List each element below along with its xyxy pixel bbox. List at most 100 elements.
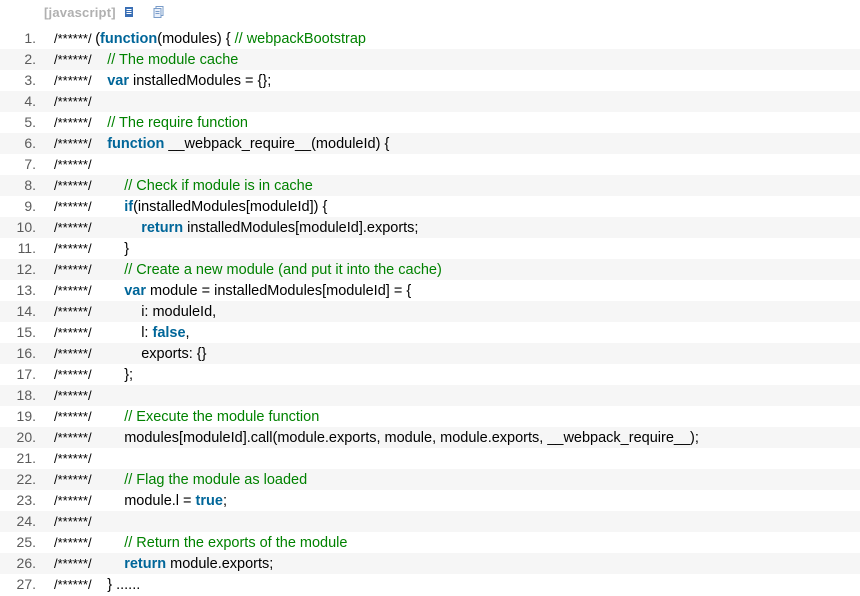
code-text: /******/ [54,154,92,176]
code-text: /******/ return module.exports; [54,553,273,575]
code-plain: , [185,325,190,341]
code-marker: /******/ [54,178,96,193]
code-plain: } [124,241,130,257]
line-number: 3. [24,72,36,88]
view-source-icon[interactable] [122,5,136,19]
line-number: 16. [16,345,36,361]
code-line: 13. /******/ var module = installedModule… [0,280,860,301]
code-text: /******/ [54,385,92,407]
line-number: 2. [24,51,36,67]
line-number: 6. [24,135,36,151]
code-line: 4. /******/ [0,91,860,112]
code-marker: /******/ [54,220,96,235]
code-text: /******/ module.l = true; [54,490,227,512]
code-text: /******/ function __webpack_require__(mo… [54,133,389,155]
code-line: 23. /******/ module.l = true; [0,490,860,511]
code-text: /******/ // The require function [54,112,248,134]
code-comment: // Return the exports of the module [124,535,348,551]
code-lines: 1. /******/ (function(modules) { // webpa… [0,28,860,595]
line-number: 13. [16,282,36,298]
code-marker: /******/ [54,388,92,403]
code-marker: /******/ [54,409,96,424]
line-number: 21. [16,450,36,466]
copy-icon[interactable] [152,5,166,19]
line-number: 26. [16,555,36,571]
code-text: /******/ if(installedModules[moduleId]) … [54,196,327,218]
line-number: 25. [16,534,36,550]
code-line: 16. /******/ exports: {} [0,343,860,364]
line-number: 11. [17,240,36,256]
code-line: 18. /******/ [0,385,860,406]
line-number: 15. [16,324,36,340]
code-line: 3. /******/ var installedModules = {}; [0,70,860,91]
code-line: 9. /******/ if(installedModules[moduleId]… [0,196,860,217]
code-marker: /******/ [54,52,96,67]
code-text: /******/ // Flag the module as loaded [54,469,307,491]
line-number: 22. [16,471,36,487]
code-keyword: true [195,493,223,509]
code-line: 25. /******/ // Return the exports of the… [0,532,860,553]
code-marker: /******/ [54,283,96,298]
code-plain: installedModules[moduleId].exports; [183,220,419,236]
code-text: /******/ var module = installedModules[m… [54,280,411,302]
code-marker: /******/ [54,262,96,277]
code-line: 6. /******/ function __webpack_require__(… [0,133,860,154]
code-comment: // The module cache [107,52,239,68]
line-number: 18. [16,387,36,403]
code-marker: /******/ [54,493,96,508]
code-text: /******/ i: moduleId, [54,301,216,323]
code-plain: installedModules = {}; [128,73,272,89]
code-plain: (installedModules[moduleId]) { [133,199,328,215]
code-marker: /******/ [54,199,96,214]
code-plain: module.exports; [166,556,274,572]
line-number: 20. [16,429,36,445]
code-line: 7. /******/ [0,154,860,175]
code-block: [javascript] 1./******/ (function(module… [0,0,860,595]
code-text: /******/ l: false, [54,322,190,344]
code-marker: /******/ [54,556,96,571]
line-number: 10. [16,219,36,235]
line-number: 24. [16,513,36,529]
code-text: /******/ } [54,238,129,260]
code-marker: /******/ [54,451,92,466]
line-number: 7. [24,156,36,172]
code-marker: /******/ [54,472,96,487]
code-marker: /******/ [54,94,92,109]
code-plain: l: [141,325,153,341]
code-line: 1. /******/ (function(modules) { // webpa… [0,28,860,49]
code-line: 19. /******/ // Execute the module functi… [0,406,860,427]
code-comment: // Flag the module as loaded [124,472,308,488]
line-number: 1. [24,30,36,46]
code-marker: /******/ [54,73,96,88]
line-number: 9. [24,198,36,214]
code-line: 14. /******/ i: moduleId, [0,301,860,322]
code-plain: module.l = [124,493,196,509]
code-plain: (modules) { [157,31,235,47]
code-line: 11. /******/ } [0,238,860,259]
code-text: /******/ // Return the exports of the mo… [54,532,347,554]
code-marker: /******/ [54,535,96,550]
code-text: /******/ exports: {} [54,343,207,365]
code-marker: /******/ [54,577,96,592]
code-line: 2. /******/ // The module cache [0,49,860,70]
code-marker: /******/ [54,31,96,46]
line-number: 12. [16,261,36,277]
code-marker: /******/ [54,346,96,361]
code-plain: }; [124,367,134,383]
code-text: /******/ modules[moduleId].call(module.e… [54,427,699,449]
code-comment: // webpackBootstrap [234,31,366,47]
code-comment: // The require function [107,115,248,131]
code-text: /******/ // Execute the module function [54,406,319,428]
code-comment: // Check if module is in cache [124,178,313,194]
code-line: 10. /******/ return installedModules[modu… [0,217,860,238]
code-text: /******/ } ...... [54,574,140,596]
line-number: 5. [24,114,36,130]
code-text: /******/ [54,511,92,533]
code-keyword: var [124,283,146,299]
code-line: 24. /******/ [0,511,860,532]
language-label: [javascript] [44,4,116,20]
code-line: 8. /******/ // Check if module is in cach… [0,175,860,196]
code-marker: /******/ [54,514,92,529]
line-number: 4. [24,93,36,109]
code-text: /******/ // Check if module is in cache [54,175,313,197]
